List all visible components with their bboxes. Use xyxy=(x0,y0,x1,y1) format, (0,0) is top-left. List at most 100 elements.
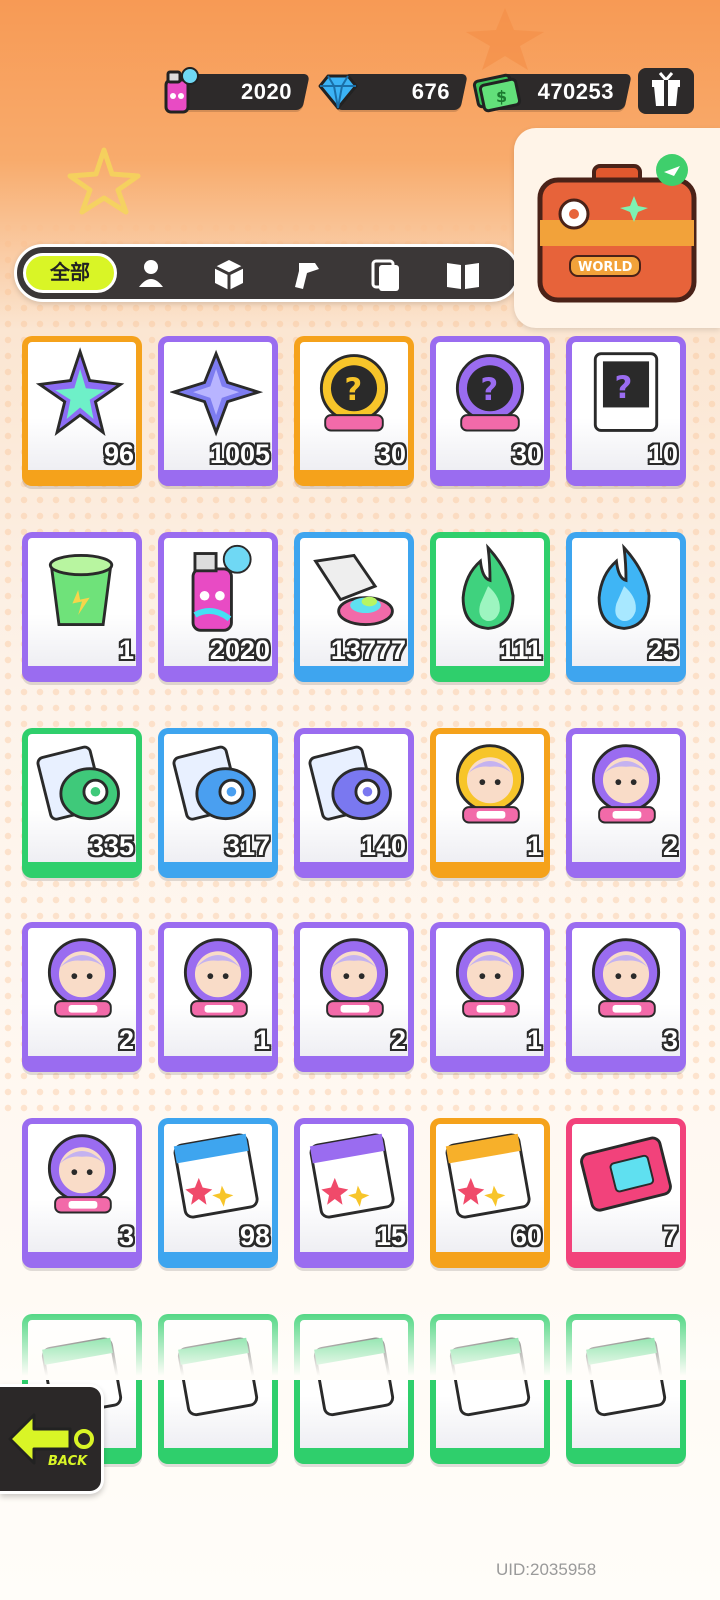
sticker-pack-icon xyxy=(445,1133,531,1219)
deity-portrait-icon xyxy=(591,938,661,1018)
inventory-item[interactable]: 111 xyxy=(430,532,550,682)
character-icon[interactable] xyxy=(129,255,173,293)
inventory-item[interactable]: 2 xyxy=(22,922,142,1072)
inventory-item[interactable]: 2 xyxy=(294,922,414,1072)
item-count: 1 xyxy=(254,1025,270,1055)
inventory-item[interactable]: ? 30 xyxy=(294,336,414,486)
back-button[interactable]: BACK xyxy=(0,1384,104,1494)
item-count: 10 xyxy=(647,439,678,469)
inventory-item[interactable]: 25 xyxy=(566,532,686,682)
inventory-item[interactable]: 3 xyxy=(22,1118,142,1268)
inventory-item[interactable]: 1 xyxy=(430,922,550,1072)
cash-currency[interactable]: $ 470253 xyxy=(472,73,632,113)
deity-portrait-icon xyxy=(455,938,525,1018)
deity-portrait-icon xyxy=(319,938,389,1018)
travel-world-button[interactable]: WORLD xyxy=(514,128,720,328)
spray-gun-icon[interactable] xyxy=(285,255,329,293)
item-count: 13777 xyxy=(330,635,406,665)
travel-world-label: WORLD xyxy=(578,260,633,275)
item-count: 1 xyxy=(526,1025,542,1055)
item-count: 3 xyxy=(662,1025,678,1055)
mystery-deity-gold-icon: ? xyxy=(319,354,389,432)
inventory-item[interactable]: ? 10 xyxy=(566,336,686,486)
item-count: 2 xyxy=(390,1025,406,1055)
book-icon[interactable] xyxy=(441,255,485,293)
rainbow-star-icon xyxy=(35,347,125,436)
inventory-item[interactable]: 317 xyxy=(158,728,278,878)
sticker-pack-icon xyxy=(309,1133,395,1219)
svg-text:?: ? xyxy=(614,370,632,406)
green-flame-icon xyxy=(461,543,515,630)
item-count: 15 xyxy=(375,1221,406,1251)
deity-portrait-icon xyxy=(591,744,661,824)
inventory-item[interactable]: 1 xyxy=(430,728,550,878)
tab-all[interactable]: 全部 xyxy=(23,253,117,293)
sticker-pack-icon xyxy=(173,1133,259,1219)
spray-can-icon xyxy=(164,67,199,114)
item-count: 140 xyxy=(360,831,406,861)
spray-currency-value: 2020 xyxy=(241,79,292,104)
item-count: 30 xyxy=(511,439,542,469)
star-decoration-icon xyxy=(67,147,141,215)
deity-portrait-icon xyxy=(455,744,525,824)
inventory-item[interactable]: 15 xyxy=(294,1118,414,1268)
inventory-item[interactable]: 13777 xyxy=(294,532,414,682)
item-count: 317 xyxy=(224,831,270,861)
diamond-currency-value: 676 xyxy=(411,79,450,104)
inventory-item[interactable]: 7 xyxy=(566,1118,686,1268)
back-arrow-icon: BACK xyxy=(8,1413,94,1469)
item-count: 3 xyxy=(118,1221,134,1251)
deity-portrait-icon xyxy=(183,938,253,1018)
inventory-item[interactable]: 60 xyxy=(430,1118,550,1268)
blue-star-icon xyxy=(170,349,264,437)
gift-box-button[interactable] xyxy=(638,68,694,114)
item-count: 2 xyxy=(662,831,678,861)
inventory-item[interactable]: 1 xyxy=(22,532,142,682)
user-id: UID:2035958 xyxy=(496,1560,597,1579)
energy-cup-icon xyxy=(48,554,114,626)
star-decoration-icon xyxy=(466,8,544,70)
item-count: 1 xyxy=(118,635,134,665)
deity-portrait-icon xyxy=(47,938,117,1018)
list-fade xyxy=(0,1300,720,1380)
cash-currency-value: 470253 xyxy=(537,79,614,104)
back-label: BACK xyxy=(48,1454,88,1469)
mystery-travel-card-icon: ? xyxy=(593,352,659,432)
item-count: 96 xyxy=(103,439,134,469)
item-count: 30 xyxy=(375,439,406,469)
spray-currency[interactable]: 2020 xyxy=(160,67,310,114)
diamond-icon xyxy=(318,74,358,110)
cash-icon: $ xyxy=(472,73,522,113)
item-count: 111 xyxy=(499,635,542,665)
item-count: 2020 xyxy=(209,635,270,665)
box-icon[interactable] xyxy=(207,255,251,293)
item-count: 335 xyxy=(88,831,134,861)
gift-box-icon xyxy=(652,72,680,106)
inventory-item[interactable]: 96 xyxy=(22,336,142,486)
purple-film-roll-icon xyxy=(308,745,392,821)
deity-portrait-icon xyxy=(47,1134,117,1214)
pink-ticket-icon xyxy=(580,1136,672,1212)
category-filter-tabs: 全部 xyxy=(14,244,520,302)
inventory-item[interactable]: ? 30 xyxy=(430,336,550,486)
svg-text:$: $ xyxy=(496,87,507,106)
inventory-item[interactable]: 335 xyxy=(22,728,142,878)
blue-film-roll-icon xyxy=(172,745,256,821)
suitcase-icon: WORLD xyxy=(537,154,697,303)
mystery-deity-purple-icon: ? xyxy=(455,354,525,432)
inventory-item[interactable]: 1005 xyxy=(158,336,278,486)
svg-text:?: ? xyxy=(480,372,498,408)
inventory-item[interactable]: 2020 xyxy=(158,532,278,682)
inventory-item[interactable]: 98 xyxy=(158,1118,278,1268)
inventory-item[interactable]: 1 xyxy=(158,922,278,1072)
item-count: 98 xyxy=(239,1221,270,1251)
diamond-currency[interactable]: 676 xyxy=(318,74,468,110)
green-film-roll-icon xyxy=(36,745,120,821)
item-count: 25 xyxy=(647,635,678,665)
inventory-item[interactable]: 2 xyxy=(566,728,686,878)
inventory-item[interactable]: 3 xyxy=(566,922,686,1072)
cards-icon[interactable] xyxy=(363,255,407,293)
paint-tube-icon xyxy=(313,553,394,626)
item-count: 1 xyxy=(526,831,542,861)
inventory-item[interactable]: 140 xyxy=(294,728,414,878)
